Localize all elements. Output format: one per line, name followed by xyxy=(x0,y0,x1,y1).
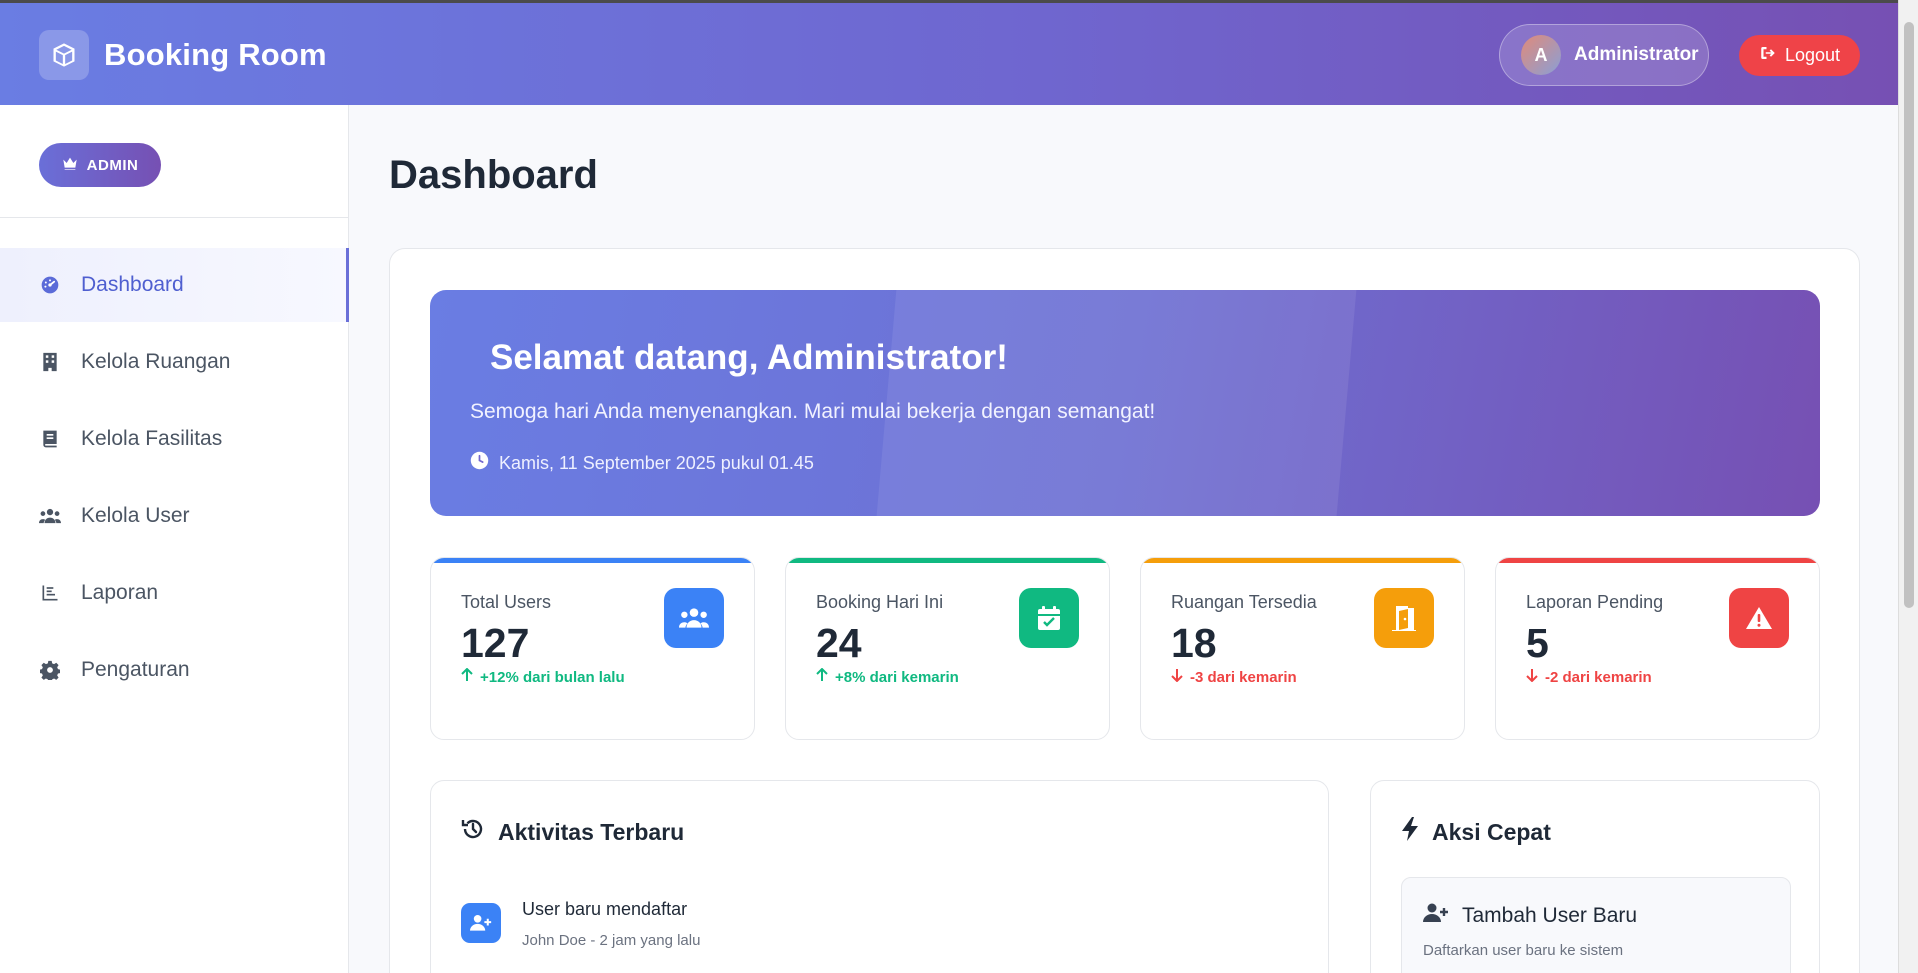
user-plus-icon xyxy=(461,903,501,943)
history-icon xyxy=(461,817,485,847)
stat-card-laporan-pending[interactable]: Laporan Pending 5 -2 dari kemarin xyxy=(1495,557,1820,740)
stat-change: +8% dari kemarin xyxy=(816,667,959,686)
sidebar-item-dashboard[interactable]: Dashboard xyxy=(0,248,349,322)
stat-label: Laporan Pending xyxy=(1526,592,1664,612)
stat-change-text: +12% dari bulan lalu xyxy=(480,668,625,686)
panel-title: Aktivitas Terbaru xyxy=(461,817,684,847)
stat-value: 18 xyxy=(1171,620,1217,666)
scrollbar-thumb[interactable] xyxy=(1904,22,1914,608)
gear-icon xyxy=(39,659,61,681)
stat-label: Total Users xyxy=(461,592,552,612)
stat-label: Ruangan Tersedia xyxy=(1171,592,1317,612)
sidebar-item-laporan[interactable]: Laporan xyxy=(0,556,349,630)
panel-title-text: Aktivitas Terbaru xyxy=(498,818,685,845)
stat-value: 5 xyxy=(1526,620,1549,666)
quick-action-add-user[interactable]: Tambah User Baru Daftarkan user baru ke … xyxy=(1401,877,1791,973)
crown-icon xyxy=(62,156,78,174)
warning-icon xyxy=(1729,588,1789,648)
recent-activity-panel: Aktivitas Terbaru User baru mendaftar Jo… xyxy=(430,780,1329,973)
welcome-datetime: Kamis, 11 September 2025 pukul 01.45 xyxy=(470,451,814,475)
page-scrollbar[interactable] xyxy=(1898,0,1918,973)
stat-accent-bar xyxy=(1141,558,1464,563)
sidebar: ADMIN Dashboard Kelola Ruangan Kelola Fa… xyxy=(0,105,349,973)
stat-change-text: -2 dari kemarin xyxy=(1545,668,1652,686)
avatar: A xyxy=(1521,35,1561,75)
stat-accent-bar xyxy=(786,558,1109,563)
arrow-up-icon xyxy=(461,667,473,686)
stat-value: 127 xyxy=(461,620,530,666)
stat-accent-bar xyxy=(431,558,754,563)
activity-text: User baru mendaftar John Doe - 2 jam yan… xyxy=(522,899,700,949)
datetime-text: Kamis, 11 September 2025 pukul 01.45 xyxy=(499,452,814,473)
sidebar-item-label: Dashboard xyxy=(81,273,184,296)
role-badge: ADMIN xyxy=(39,143,161,187)
welcome-title: Selamat datang, Administrator! xyxy=(490,338,1008,377)
sidebar-item-kelola-ruangan[interactable]: Kelola Ruangan xyxy=(0,325,349,399)
sidebar-item-label: Kelola Fasilitas xyxy=(81,427,223,450)
user-menu[interactable]: A Administrator xyxy=(1499,24,1709,86)
activity-title: User baru mendaftar xyxy=(522,899,688,919)
page-title: Dashboard xyxy=(389,153,598,197)
sidebar-item-kelola-fasilitas[interactable]: Kelola Fasilitas xyxy=(0,402,349,476)
panel-title-text: Aksi Cepat xyxy=(1432,818,1551,845)
arrow-up-icon xyxy=(816,667,828,686)
sidebar-item-label: Kelola User xyxy=(81,504,190,527)
brand-title: Booking Room xyxy=(104,37,327,72)
door-icon xyxy=(1374,588,1434,648)
sidebar-nav: Dashboard Kelola Ruangan Kelola Fasilita… xyxy=(0,248,349,710)
stat-change: -3 dari kemarin xyxy=(1171,668,1297,686)
arrow-down-icon xyxy=(1526,668,1538,686)
stat-change: +12% dari bulan lalu xyxy=(461,667,625,686)
user-name: Administrator xyxy=(1574,44,1699,65)
logout-button[interactable]: Logout xyxy=(1739,35,1860,76)
cube-icon xyxy=(39,30,89,80)
stat-value: 24 xyxy=(816,620,862,666)
bolt-icon xyxy=(1401,817,1419,847)
logout-label: Logout xyxy=(1784,45,1841,65)
stat-card-total-users[interactable]: Total Users 127 +12% dari bulan lalu xyxy=(430,557,755,740)
quick-action-title-text: Tambah User Baru xyxy=(1462,904,1638,927)
stat-accent-bar xyxy=(1496,558,1819,563)
sidebar-item-kelola-user[interactable]: Kelola User xyxy=(0,479,349,553)
quick-actions-panel: Aksi Cepat Tambah User Baru Daftarkan us… xyxy=(1370,780,1820,973)
panel-title: Aksi Cepat xyxy=(1401,817,1551,847)
arrow-down-icon xyxy=(1171,668,1183,686)
welcome-subtitle: Semoga hari Anda menyenangkan. Mari mula… xyxy=(470,400,1156,423)
stat-card-booking-hari-ini[interactable]: Booking Hari Ini 24 +8% dari kemarin xyxy=(785,557,1110,740)
stat-change-text: -3 dari kemarin xyxy=(1190,668,1297,686)
stat-label: Booking Hari Ini xyxy=(816,592,944,612)
sidebar-item-label: Laporan xyxy=(81,581,159,604)
stat-card-ruangan-tersedia[interactable]: Ruangan Tersedia 18 -3 dari kemarin xyxy=(1140,557,1465,740)
sidebar-item-pengaturan[interactable]: Pengaturan xyxy=(0,633,349,707)
calendar-check-icon xyxy=(1019,588,1079,648)
dashboard-icon xyxy=(39,274,61,296)
book-icon xyxy=(39,428,61,450)
users-icon xyxy=(664,588,724,648)
sidebar-item-label: Pengaturan xyxy=(81,658,190,681)
clock-icon xyxy=(470,451,489,475)
sidebar-divider xyxy=(0,217,349,218)
role-badge-label: ADMIN xyxy=(86,156,139,174)
user-plus-icon xyxy=(1423,903,1449,929)
sidebar-item-label: Kelola Ruangan xyxy=(81,350,231,373)
building-icon xyxy=(39,351,61,373)
stat-change-text: +8% dari kemarin xyxy=(835,668,959,686)
top-header: Booking Room A Administrator Logout xyxy=(0,0,1898,105)
quick-action-description: Daftarkan user baru ke sistem xyxy=(1423,942,1624,959)
sign-out-icon xyxy=(1759,44,1777,67)
users-icon xyxy=(39,505,61,527)
activity-meta: John Doe - 2 jam yang lalu xyxy=(522,932,701,949)
brand[interactable]: Booking Room xyxy=(39,30,327,80)
welcome-banner: Selamat datang, Administrator! Semoga ha… xyxy=(430,290,1820,516)
quick-action-title: Tambah User Baru xyxy=(1423,903,1637,929)
stat-change: -2 dari kemarin xyxy=(1526,668,1652,686)
chart-icon xyxy=(39,582,61,604)
activity-item[interactable]: User baru mendaftar John Doe - 2 jam yan… xyxy=(461,899,700,949)
